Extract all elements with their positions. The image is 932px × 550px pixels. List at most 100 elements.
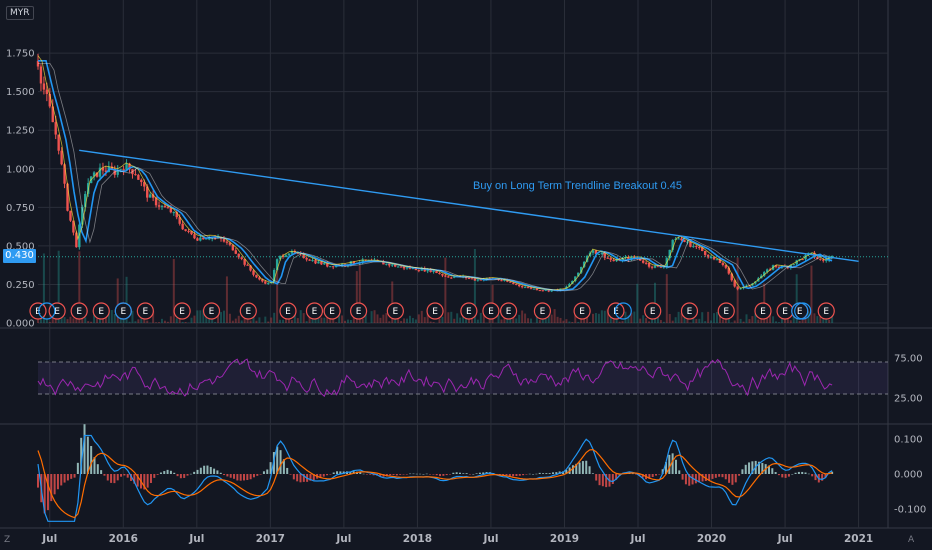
candle-body <box>444 275 447 277</box>
volume-bar <box>798 320 801 323</box>
macd-histogram-bar <box>452 472 455 474</box>
price-tick-label: 0.250 <box>6 280 35 291</box>
macd-histogram-bar <box>37 474 39 488</box>
volume-bar <box>225 276 228 323</box>
macd-histogram-bar <box>332 472 335 474</box>
volume-bar <box>388 321 391 323</box>
rsi-tick-label: 25.00 <box>894 394 923 405</box>
candle-body <box>473 278 477 281</box>
volume-bar <box>249 320 252 323</box>
candle-body <box>538 290 542 292</box>
candle-body <box>467 278 471 280</box>
earnings-marker-label: E <box>209 307 215 317</box>
volume-bar <box>459 317 462 323</box>
rsi-tick-label: 75.00 <box>894 354 923 365</box>
volume-bar <box>344 320 347 323</box>
volume-bar <box>429 321 432 323</box>
macd-tick-label: 0.000 <box>894 470 923 481</box>
volume-bar <box>63 317 66 323</box>
candle-body <box>119 169 122 171</box>
macd-histogram-bar <box>674 459 677 474</box>
earnings-marker-label: E <box>245 307 251 317</box>
candle-body <box>677 238 680 240</box>
candle-body <box>532 288 536 290</box>
candle-body <box>255 274 258 278</box>
macd-histogram-bar <box>96 464 99 474</box>
x-tick-label: Jul <box>41 533 57 545</box>
volume-bar <box>704 321 707 323</box>
macd-histogram-bar <box>249 474 252 480</box>
volume-bar <box>267 321 270 323</box>
macd-histogram-bar <box>724 474 727 480</box>
volume-bar <box>577 321 580 323</box>
candle-body <box>438 273 441 275</box>
candle-body <box>225 241 229 243</box>
volume-bar <box>196 310 199 323</box>
volume-bar <box>373 310 376 323</box>
macd-histogram-bar <box>289 474 292 475</box>
volume-bar <box>739 318 742 323</box>
volume-bar <box>695 318 698 323</box>
macd-histogram-bar <box>189 473 192 475</box>
candle-body <box>388 263 391 266</box>
x-tick-label: 2017 <box>256 533 285 545</box>
macd-histogram-bar <box>721 474 724 478</box>
x-tick-label: Jul <box>482 533 498 545</box>
volume-bar <box>600 310 603 323</box>
candle-body <box>644 262 648 264</box>
volume-bar <box>612 319 615 323</box>
macd-histogram-bar <box>651 474 654 478</box>
candle-body <box>222 238 226 242</box>
macd-histogram-bar <box>465 473 468 474</box>
macd-histogram-bar <box>734 474 737 483</box>
candle-body <box>287 253 291 256</box>
macd-histogram-bar <box>478 472 481 474</box>
x-tick-label: 2021 <box>844 533 873 545</box>
candle-body <box>314 260 317 264</box>
volume-bar <box>323 317 326 323</box>
volume-bar <box>497 315 500 323</box>
macd-histogram-bar <box>681 474 684 480</box>
candle-body <box>399 266 403 268</box>
volume-bar <box>603 310 606 323</box>
macd-histogram-bar <box>179 474 182 479</box>
volume-bar <box>662 321 665 323</box>
volume-bar <box>757 319 760 323</box>
macd-histogram-bar <box>243 474 246 481</box>
macd-histogram-bar <box>259 474 262 475</box>
macd-histogram-bar <box>176 474 179 477</box>
macd-histogram-bar <box>70 474 73 479</box>
volume-bar <box>279 319 282 323</box>
volume-bar <box>264 316 267 323</box>
candle-body <box>305 258 308 260</box>
candle-body <box>721 262 725 265</box>
volume-bar <box>621 321 624 323</box>
macd-histogram-bar <box>365 474 368 475</box>
earnings-marker-label: E <box>312 307 318 317</box>
auto-scale-button[interactable]: A <box>908 535 914 545</box>
candle-body <box>385 263 388 265</box>
volume-bar <box>742 321 745 323</box>
macd-histogram-bar <box>246 474 249 481</box>
macd-histogram-bar <box>149 474 152 483</box>
earnings-marker-label: E <box>650 307 656 317</box>
macd-histogram-bar <box>296 474 299 482</box>
earnings-marker-label: E <box>329 307 335 317</box>
candle-body <box>520 286 524 288</box>
timezone-toggle-button[interactable]: Z <box>4 535 10 545</box>
volume-bar <box>521 310 524 323</box>
macd-histogram-bar <box>518 474 521 476</box>
volume-bar <box>618 321 621 323</box>
volume-bar <box>222 310 225 323</box>
macd-histogram-bar <box>153 474 156 478</box>
macd-histogram-bar <box>771 468 774 474</box>
volume-bar <box>810 265 813 323</box>
volume-bar <box>349 319 352 323</box>
volume-bar <box>775 321 778 323</box>
x-tick-label: Jul <box>188 533 204 545</box>
macd-histogram-bar <box>512 474 515 477</box>
volume-bar <box>258 317 261 323</box>
candle-body <box>148 194 152 198</box>
volume-bar <box>220 312 223 323</box>
candle-body <box>447 276 450 278</box>
